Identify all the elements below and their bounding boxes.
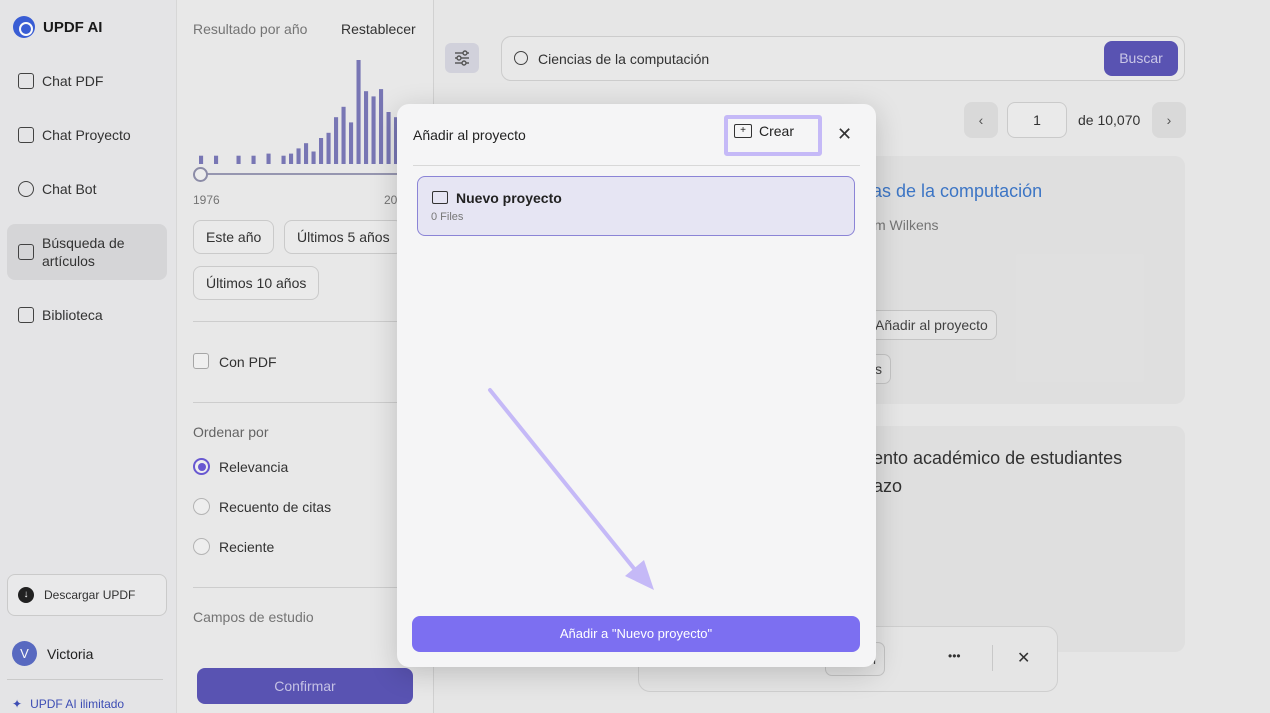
project-file-count: 0 Files: [431, 211, 464, 223]
folder-icon: [432, 191, 448, 204]
create-project-button[interactable]: + Crear: [734, 123, 794, 139]
add-to-project-dialog: Añadir al proyecto + Crear ✕ Nuevo proye…: [397, 104, 876, 667]
project-name: Nuevo proyecto: [456, 190, 562, 206]
close-icon[interactable]: ✕: [837, 124, 852, 144]
folder-plus-icon: +: [734, 124, 752, 138]
add-to-project-confirm-button[interactable]: Añadir a "Nuevo proyecto": [412, 616, 860, 652]
project-list-item[interactable]: Nuevo proyecto 0 Files: [417, 176, 855, 236]
dialog-divider: [413, 165, 860, 166]
dialog-title: Añadir al proyecto: [413, 127, 526, 143]
create-label: Crear: [759, 123, 795, 139]
